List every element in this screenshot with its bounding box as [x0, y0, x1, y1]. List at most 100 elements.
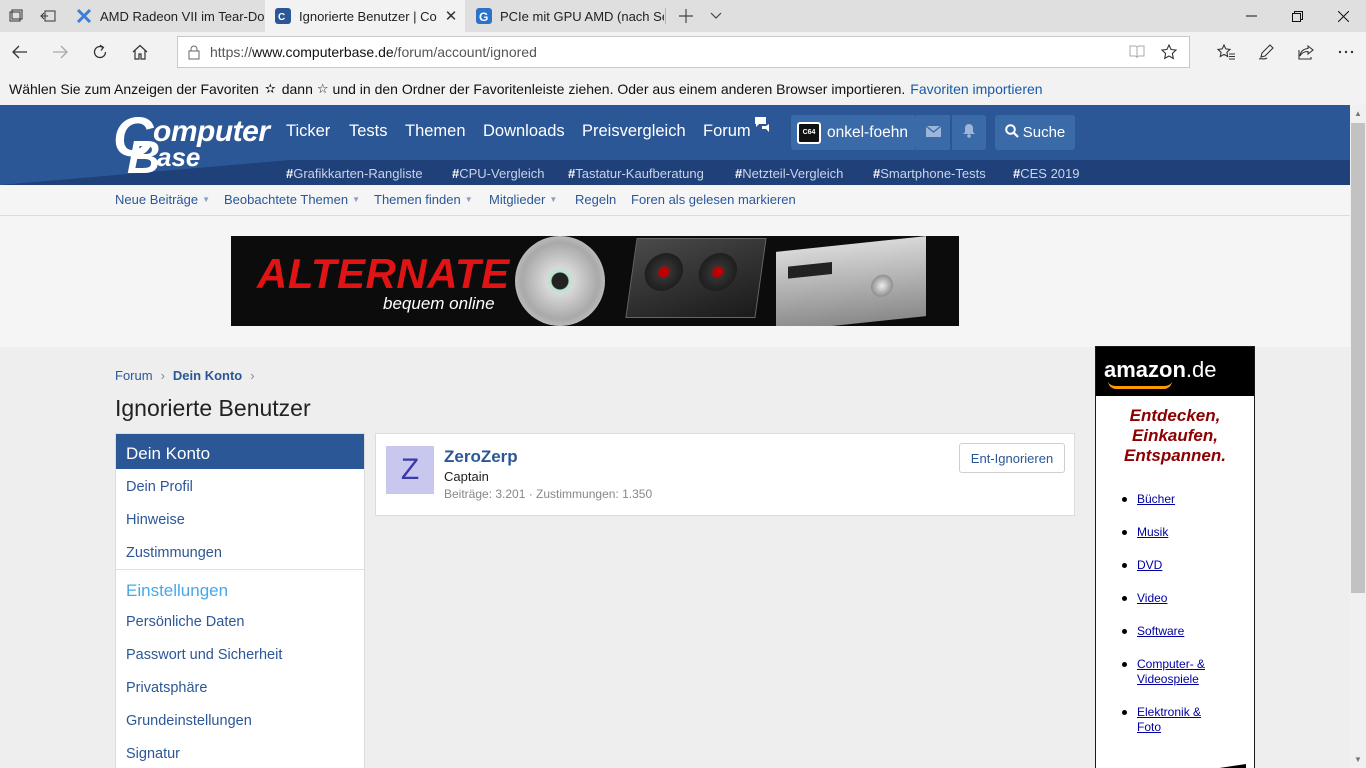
breadcrumb-account-link[interactable]: Dein Konto: [173, 368, 242, 383]
tag-label: CES 2019: [1020, 166, 1080, 181]
tab-list-chevron-down-icon[interactable]: [702, 0, 730, 32]
breadcrumb: Forum › Dein Konto ›: [115, 368, 263, 383]
tag-label: Netzteil-Vergleich: [742, 166, 844, 181]
amazon-link-dvd[interactable]: DVD: [1122, 558, 1254, 573]
sidebar-header-account[interactable]: Dein Konto: [116, 434, 364, 469]
page-title: Ignorierte Benutzer: [115, 395, 311, 421]
new-tab-icon[interactable]: [672, 0, 700, 32]
ignored-user-name[interactable]: ZeroZerp: [444, 447, 518, 467]
scroll-down-arrow-icon[interactable]: ▼: [1350, 751, 1366, 768]
tag-link[interactable]: #Smartphone-Tests: [873, 166, 986, 181]
subnav-label: Beobachtete Themen: [224, 192, 349, 207]
subnav-rules[interactable]: Regeln: [575, 192, 616, 207]
minimize-icon[interactable]: [1228, 0, 1274, 32]
tag-label: Tastatur-Kaufberatung: [575, 166, 704, 181]
nav-forum[interactable]: Forum: [703, 122, 751, 144]
conversations-button[interactable]: [916, 115, 950, 150]
slogan-line: Entdecken,: [1129, 406, 1221, 425]
tag-label: CPU-Vergleich: [459, 166, 545, 181]
import-favorites-link[interactable]: Favoriten importieren: [910, 81, 1042, 97]
slogan-line: Entspannen.: [1123, 446, 1226, 465]
sidebar-item-profile[interactable]: Dein Profil: [116, 469, 364, 502]
tab-amd-radeon[interactable]: AMD Radeon VII im Tear-Do: [66, 0, 264, 32]
nav-preisvergleich[interactable]: Preisvergleich: [582, 122, 686, 144]
back-arrow-icon[interactable]: [4, 36, 36, 68]
subnav-watched-threads[interactable]: Beobachtete Themen ▼: [224, 192, 360, 207]
nav-tests[interactable]: Tests: [349, 122, 388, 144]
forward-arrow-icon[interactable]: [44, 36, 76, 68]
lcd-display-image: [788, 261, 832, 279]
share-icon[interactable]: [1290, 36, 1322, 68]
set-tabs-aside-icon[interactable]: [32, 0, 64, 32]
alerts-button[interactable]: [952, 115, 986, 150]
refresh-icon[interactable]: [84, 36, 116, 68]
ad-brand: ALTERNATE: [257, 250, 510, 297]
restore-icon[interactable]: [1274, 0, 1320, 32]
ignored-user-card: Z ZeroZerp Captain Beiträge: 3.201 · Zus…: [375, 433, 1075, 516]
ignored-user-stats: Beiträge: 3.201 · Zustimmungen: 1.350: [444, 487, 653, 501]
search-button[interactable]: Suche: [995, 115, 1075, 150]
amazon-link-electronics[interactable]: Elektronik & Foto: [1122, 705, 1212, 735]
ad-tagline: bequem online: [383, 294, 495, 313]
tag-link[interactable]: #Netzteil-Vergleich: [735, 166, 843, 181]
address-bar[interactable]: https://www.computerbase.de/forum/accoun…: [177, 36, 1190, 68]
nav-themen[interactable]: Themen: [405, 122, 466, 144]
amazon-link-books[interactable]: Bücher: [1122, 492, 1254, 507]
scrollbar-thumb[interactable]: [1351, 123, 1365, 593]
logo-text: ase: [157, 142, 201, 172]
envelope-icon: [925, 124, 941, 142]
reading-view-icon[interactable]: [1121, 37, 1153, 67]
tag-link[interactable]: #Tastatur-Kaufberatung: [568, 166, 704, 181]
nav-ticker[interactable]: Ticker: [286, 122, 330, 144]
nav-downloads[interactable]: Downloads: [483, 122, 565, 144]
add-favorite-star-icon[interactable]: [1153, 37, 1185, 67]
sidebar-section-settings: Einstellungen: [116, 569, 364, 604]
subnav-mark-forums-read[interactable]: Foren als gelesen markieren: [631, 192, 796, 207]
g-favicon-icon: G: [476, 8, 492, 24]
tag-link[interactable]: #Grafikkarten-Rangliste: [286, 166, 423, 181]
close-tab-icon[interactable]: ✕: [437, 7, 465, 25]
browser-tab-bar: AMD Radeon VII im Tear-Do C Ignorierte B…: [0, 0, 1366, 32]
sidebar-item-alerts[interactable]: Hinweise: [116, 502, 364, 535]
pen-web-note-icon[interactable]: [1250, 36, 1282, 68]
sidebar-item-reactions[interactable]: Zustimmungen: [116, 535, 364, 568]
unignore-button[interactable]: Ent-Ignorieren: [959, 443, 1065, 473]
favorites-hub-icon[interactable]: [1210, 36, 1242, 68]
more-options-icon[interactable]: [1330, 36, 1362, 68]
amazon-link-video[interactable]: Video: [1122, 591, 1254, 606]
computerbase-logo[interactable]: C omputer B ase: [113, 109, 270, 182]
amazon-ad[interactable]: amazon.de Entdecken, Einkaufen, Entspann…: [1095, 346, 1255, 768]
sidebar-item-signature[interactable]: Signatur: [116, 736, 364, 768]
subnav-members[interactable]: Mitglieder ▼: [489, 192, 557, 207]
subnav-label: Neue Beiträge: [115, 192, 199, 207]
tag-link[interactable]: #CPU-Vergleich: [452, 166, 545, 181]
amazon-slogan: Entdecken, Einkaufen, Entspannen.: [1096, 406, 1254, 466]
close-window-icon[interactable]: [1320, 0, 1366, 32]
tag-link[interactable]: #CES 2019: [1013, 166, 1080, 181]
chevron-right-icon: ›: [250, 368, 255, 383]
amazon-link-software[interactable]: Software: [1122, 624, 1254, 639]
tab-divider: [665, 8, 666, 24]
alternate-ad-banner[interactable]: ALTERNATE bequem online: [231, 236, 959, 326]
search-icon: [1004, 123, 1019, 142]
user-menu[interactable]: C64 onkel-foehn: [791, 115, 916, 150]
favorites-bar: Wählen Sie zum Anzeigen der Favoriten ✫ …: [0, 72, 1366, 105]
amazon-link-games[interactable]: Computer- & Videospiele: [1122, 657, 1212, 687]
home-icon[interactable]: [124, 36, 156, 68]
sidebar-item-personal-details[interactable]: Persönliche Daten: [116, 604, 364, 637]
sidebar-item-privacy[interactable]: Privatsphäre: [116, 670, 364, 703]
tab-preview-icon[interactable]: [0, 0, 32, 32]
tab-pcie-gpu[interactable]: G PCIe mit GPU AMD (nach Se: [466, 0, 664, 32]
lock-icon[interactable]: [178, 45, 210, 60]
scroll-up-arrow-icon[interactable]: ▲: [1350, 105, 1366, 122]
breadcrumb-forum-link[interactable]: Forum: [115, 368, 153, 383]
subnav-new-posts[interactable]: Neue Beiträge ▼: [115, 192, 210, 207]
subnav-find-threads[interactable]: Themen finden ▼: [374, 192, 473, 207]
avatar[interactable]: Z: [386, 446, 434, 494]
sidebar-item-password-security[interactable]: Passwort und Sicherheit: [116, 637, 364, 670]
tab-ignorierte-benutzer[interactable]: C Ignorierte Benutzer | Co ✕: [265, 0, 465, 32]
page-scrollbar[interactable]: ▲ ▼: [1350, 105, 1366, 768]
amazon-link-music[interactable]: Musik: [1122, 525, 1254, 540]
sidebar-item-preferences[interactable]: Grundeinstellungen: [116, 703, 364, 736]
chat-bubbles-icon: [753, 116, 773, 139]
